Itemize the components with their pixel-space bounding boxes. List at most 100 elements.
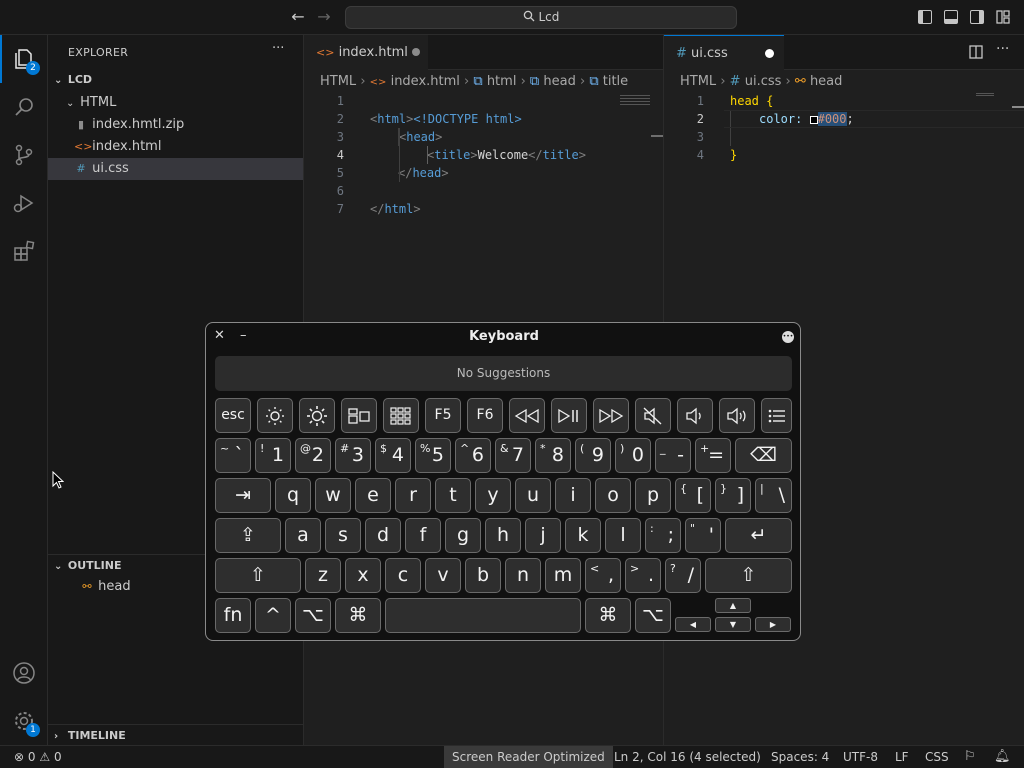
breadcrumb-item[interactable]: title [603, 74, 628, 89]
key-y[interactable]: y [475, 478, 511, 513]
key-2[interactable]: @2 [295, 438, 331, 473]
key-delete[interactable]: ⌫ [735, 438, 792, 473]
key-command[interactable]: ⌘ [335, 598, 381, 633]
key-z[interactable]: z [305, 558, 341, 593]
file-item-ui-css[interactable]: # ui.css [48, 158, 303, 180]
key-fn[interactable]: fn [215, 598, 251, 633]
key-g[interactable]: g [445, 518, 481, 553]
key-equals[interactable]: + = [695, 438, 731, 473]
key-brightness-down[interactable] [257, 398, 293, 433]
unsaved-dot-icon[interactable] [765, 49, 774, 58]
key-8[interactable]: * 8 [535, 438, 571, 473]
key-caps-lock[interactable]: ⇪ [215, 518, 281, 553]
timeline-section-header[interactable]: › TIMELINE [48, 724, 303, 746]
key-esc[interactable]: esc [215, 398, 251, 433]
key-quote[interactable]: " ' [685, 518, 721, 553]
key-4[interactable]: $4 [375, 438, 411, 473]
breadcrumb-item[interactable]: HTML [320, 74, 356, 89]
key-space[interactable] [385, 598, 581, 633]
key-arrow-right[interactable]: ▶ [755, 617, 791, 632]
eol-status[interactable]: LF [895, 746, 909, 768]
key-1[interactable]: ! 1 [255, 438, 291, 473]
key-v[interactable]: v [425, 558, 461, 593]
key-r[interactable]: r [395, 478, 431, 513]
language-mode[interactable]: CSS [925, 746, 949, 768]
key-9[interactable]: (9 [575, 438, 611, 473]
key-mute[interactable] [635, 398, 671, 433]
key-right-bracket[interactable]: }] [715, 478, 751, 513]
folder-root-lcd[interactable]: ⌄ LCD [48, 69, 303, 91]
key-minus[interactable]: _ - [655, 438, 691, 473]
key-launchpad[interactable] [383, 398, 419, 433]
toggle-primary-sidebar-icon[interactable] [918, 10, 932, 24]
key-fast-forward[interactable] [593, 398, 629, 433]
run-debug-icon[interactable] [0, 179, 48, 227]
key-w[interactable]: w [315, 478, 351, 513]
key-backslash[interactable]: | \ [755, 478, 792, 513]
key-7[interactable]: & 7 [495, 438, 531, 473]
encoding-status[interactable]: UTF-8 [843, 746, 878, 768]
key-control[interactable]: ^ [255, 598, 291, 633]
customize-layout-icon[interactable] [996, 10, 1010, 24]
file-item-index-html[interactable]: <> index.html [48, 136, 303, 158]
accounts-icon[interactable] [0, 649, 48, 697]
forward-arrow-icon[interactable]: → [315, 8, 333, 26]
explorer-icon[interactable]: 2 [0, 35, 48, 83]
manage-gear-icon[interactable]: 1 [0, 697, 48, 745]
split-editor-icon[interactable] [969, 45, 983, 59]
more-actions-icon[interactable]: ··· [996, 41, 1009, 57]
toggle-panel-icon[interactable] [944, 10, 958, 24]
key-x[interactable]: x [345, 558, 381, 593]
extensions-icon[interactable] [0, 227, 48, 275]
key-p[interactable]: p [635, 478, 671, 513]
key-arrow-up[interactable]: ▲ [715, 598, 751, 613]
breadcrumb-item[interactable]: ui.css [745, 74, 782, 89]
key-volume-down[interactable] [677, 398, 713, 433]
minimap[interactable] [620, 95, 650, 105]
key-left-bracket[interactable]: {[ [675, 478, 711, 513]
command-center-search[interactable]: Lcd [345, 6, 737, 29]
key-right-option[interactable]: ⌥ [635, 598, 671, 633]
key-f6[interactable]: F6 [467, 398, 503, 433]
problems-indicator[interactable]: ⊗ 0 ⚠ 0 [14, 746, 62, 768]
source-control-icon[interactable] [0, 131, 48, 179]
key-u[interactable]: u [515, 478, 551, 513]
key-n[interactable]: n [505, 558, 541, 593]
key-i[interactable]: i [555, 478, 591, 513]
key-play-pause[interactable] [551, 398, 587, 433]
key-b[interactable]: b [465, 558, 501, 593]
key-f5[interactable]: F5 [425, 398, 461, 433]
key-k[interactable]: k [565, 518, 601, 553]
key-rewind[interactable] [509, 398, 545, 433]
key-l[interactable]: l [605, 518, 641, 553]
key-slash[interactable]: ? / [665, 558, 701, 593]
key-right-command[interactable]: ⌘ [585, 598, 631, 633]
feedback-icon[interactable]: ⚐ [964, 746, 976, 768]
key-h[interactable]: h [485, 518, 521, 553]
key-d[interactable]: d [365, 518, 401, 553]
key-return[interactable]: ↵ [725, 518, 792, 553]
tab-index-html[interactable]: <> index.html [304, 35, 428, 70]
key-3[interactable]: #3 [335, 438, 371, 473]
key-t[interactable]: t [435, 478, 471, 513]
minimap[interactable] [976, 93, 994, 97]
key-volume-up[interactable] [719, 398, 755, 433]
breadcrumb-item[interactable]: html [487, 74, 517, 89]
key-f[interactable]: f [405, 518, 441, 553]
key-left-shift[interactable]: ⇧ [215, 558, 301, 593]
key-e[interactable]: e [355, 478, 391, 513]
file-item-zip[interactable]: ▮ index.hmtl.zip [48, 114, 303, 136]
key-brightness-up[interactable] [299, 398, 335, 433]
notifications-bell-icon[interactable]: 🔔︎ [994, 746, 1011, 768]
key-s[interactable]: s [325, 518, 361, 553]
unsaved-dot-icon[interactable] [412, 48, 420, 56]
key-right-shift[interactable]: ⇧ [705, 558, 792, 593]
key-list[interactable] [761, 398, 792, 433]
key-mission-control[interactable] [341, 398, 377, 433]
breadcrumb-item[interactable]: head [543, 74, 575, 89]
key-a[interactable]: a [285, 518, 321, 553]
key-option[interactable]: ⌥ [295, 598, 331, 633]
breadcrumb-item[interactable]: head [810, 74, 842, 89]
screen-reader-status[interactable]: Screen Reader Optimized [444, 746, 613, 768]
search-icon[interactable] [0, 83, 48, 131]
